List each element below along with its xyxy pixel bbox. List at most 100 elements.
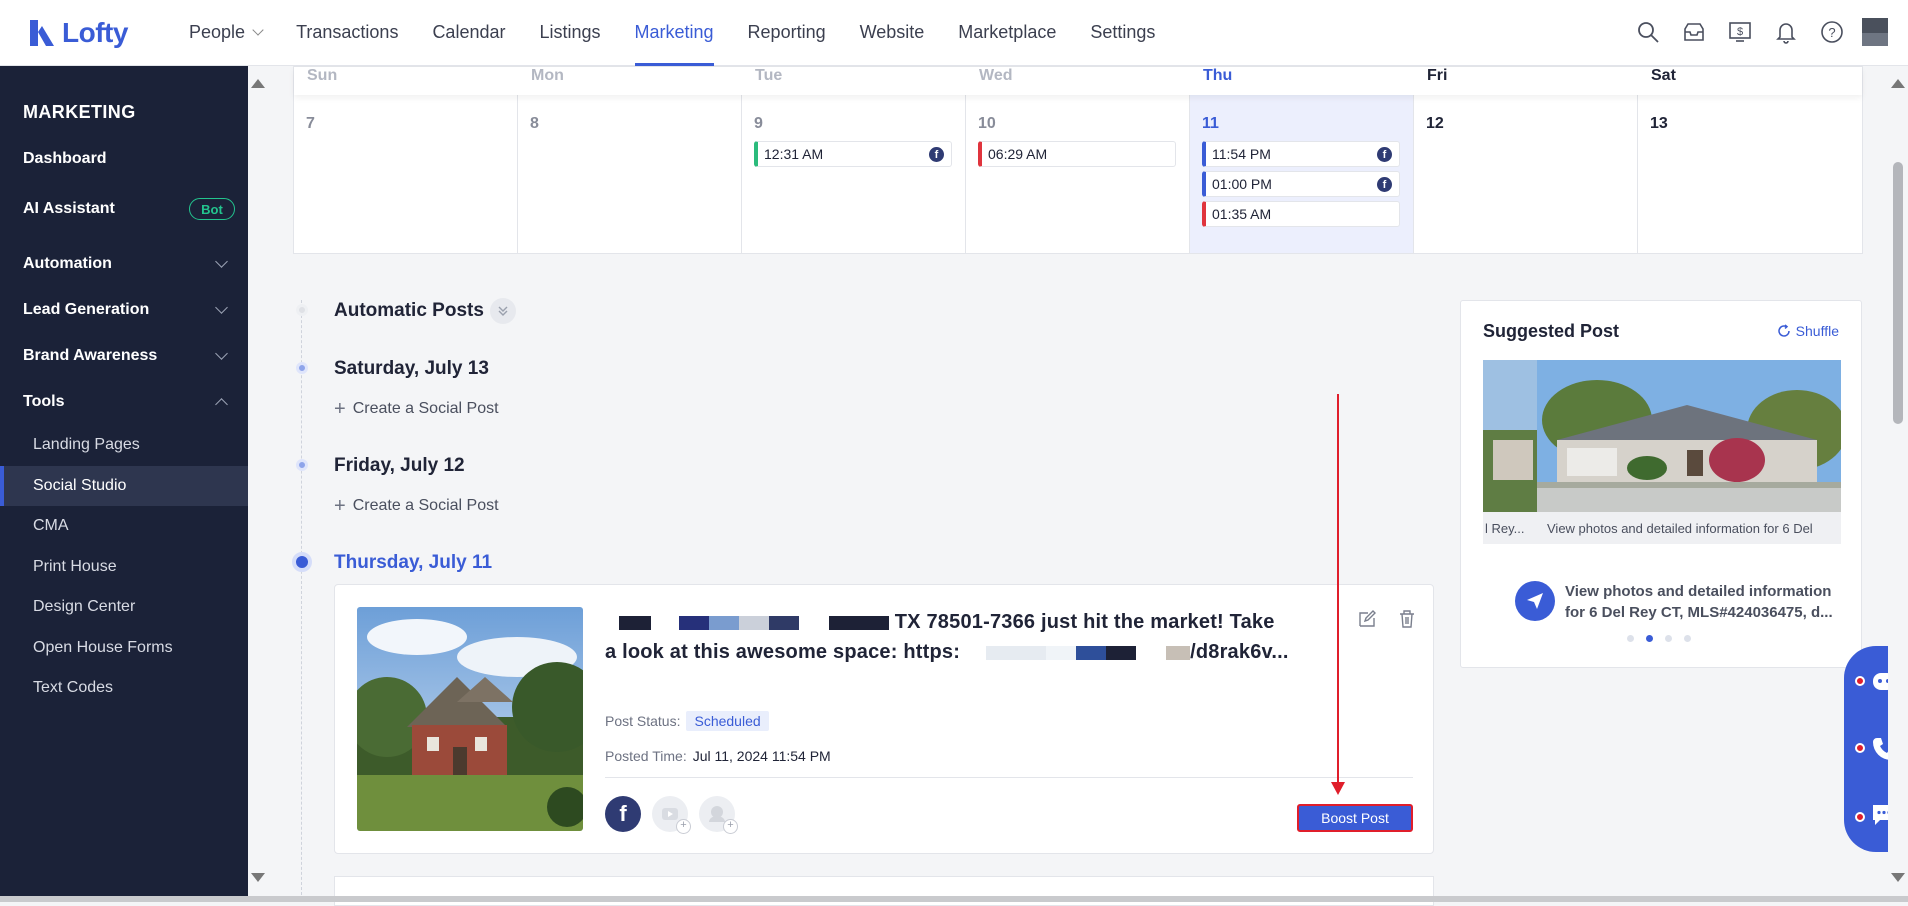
carousel-dots [1627,635,1691,642]
day-header-fri: Fri [1427,67,1448,84]
plus-icon: + [334,495,346,517]
facebook-icon: f [929,147,944,162]
nav-reporting[interactable]: Reporting [731,0,843,66]
sidebar-item-ai-assistant[interactable]: AI Assistant [23,200,115,218]
event-time: 01:00 PM [1212,176,1272,192]
chevron-down-icon[interactable] [215,301,228,314]
calendar-day-cell-today[interactable]: 11 11:54 PM f 01:00 PM f 01:35 AM [1190,95,1414,253]
suggested-image[interactable] [1537,360,1841,512]
left-scrollbar[interactable] [248,66,268,896]
calendar-day-cell[interactable]: 9 12:31 AM f [742,95,966,253]
event-time: 01:35 AM [1212,206,1272,222]
sidebar-item-design-center[interactable]: Design Center [0,587,248,627]
nav-people[interactable]: People [172,0,279,66]
carousel-dot[interactable] [1684,635,1691,642]
day-header-mon: Mon [531,67,564,84]
scheduled-post-card[interactable]: TX 78501-7366 just hit the market! Take … [334,584,1434,854]
nav-listings-label: Listings [539,22,601,42]
redacted-block [829,615,889,630]
chevron-up-icon[interactable] [215,398,228,411]
post-image [357,607,583,831]
inbox-icon[interactable] [1678,16,1710,48]
help-icon[interactable]: ? [1816,16,1848,48]
create-social-post-button[interactable]: + Create a Social Post [334,495,499,517]
edit-icon[interactable] [1357,609,1377,629]
facebook-icon: f [1377,147,1392,162]
trash-icon[interactable] [1397,609,1417,629]
calendar-event[interactable]: 01:00 PM f [1202,171,1400,197]
chevron-down-icon[interactable] [215,347,228,360]
billing-icon[interactable]: $ [1724,16,1756,48]
sidebar-item-cma[interactable]: CMA [0,506,248,546]
plus-icon: + [334,398,346,420]
sidebar-item-text-codes[interactable]: Text Codes [0,668,248,708]
bot-badge: Bot [189,198,235,220]
calendar-day-cell[interactable]: 10 06:29 AM [966,95,1190,253]
sidebar-item-dashboard[interactable]: Dashboard [23,150,107,168]
scroll-down-icon[interactable] [251,873,265,882]
nav-people-label: People [189,22,246,42]
nav-listings[interactable]: Listings [522,0,617,66]
calendar-event[interactable]: 06:29 AM [978,141,1176,167]
avatar[interactable] [1862,18,1888,46]
carousel-dot-active[interactable] [1646,635,1653,642]
collapse-button[interactable] [490,298,516,324]
scrollbar-thumb[interactable] [1893,162,1903,424]
sidebar-item-landing-pages[interactable]: Landing Pages [0,425,248,465]
create-social-post-button[interactable]: + Create a Social Post [334,398,499,420]
nav-calendar[interactable]: Calendar [415,0,522,66]
sidebar-item-tools[interactable]: Tools [23,393,64,411]
suggested-image-previous[interactable] [1483,360,1537,512]
nav-website-label: Website [859,22,925,42]
nav-transactions[interactable]: Transactions [279,0,415,66]
carousel-dot[interactable] [1627,635,1634,642]
calendar-day-cell[interactable]: 7 [294,95,518,253]
shuffle-button[interactable]: Shuffle [1777,323,1839,339]
top-navigation: Lofty People Transactions Calendar Listi… [0,0,1908,66]
create-label: Create a Social Post [352,497,499,514]
nav-transactions-label: Transactions [296,22,399,42]
calendar-event[interactable]: 01:35 AM [1202,201,1400,227]
redacted-block [1046,645,1077,660]
refresh-icon [1777,324,1790,337]
nav-marketplace[interactable]: Marketplace [941,0,1073,66]
bell-icon[interactable] [1770,16,1802,48]
date-heading-friday: Friday, July 12 [334,455,465,476]
date-number: 11 [1202,115,1219,132]
nav-reporting-label: Reporting [747,22,826,42]
post-status-label: Post Status: [605,713,681,729]
day-header-wed: Wed [979,67,1013,84]
scroll-up-icon[interactable] [251,79,265,88]
sidebar-item-brand-awareness[interactable]: Brand Awareness [23,347,157,365]
nav-marketing[interactable]: Marketing [618,0,731,66]
sidebar-item-automation[interactable]: Automation [23,255,112,273]
sidebar-item-social-studio[interactable]: Social Studio [0,466,248,506]
scroll-up-icon[interactable] [1891,79,1905,88]
boost-post-button[interactable]: Boost Post [1297,804,1413,832]
annotation-arrow-head [1331,782,1345,795]
nav-website[interactable]: Website [843,0,942,66]
timeline-dot [296,362,308,374]
google-business-icon[interactable] [699,796,738,834]
create-label: Create a Social Post [352,400,499,417]
calendar-day-cell[interactable]: 13 [1638,95,1862,253]
carousel-dot[interactable] [1665,635,1672,642]
sidebar-item-print-house[interactable]: Print House [0,547,248,587]
calendar-day-cell[interactable]: 12 [1414,95,1638,253]
date-heading-thursday: Thursday, July 11 [334,552,493,573]
search-icon[interactable] [1632,16,1664,48]
nav-settings[interactable]: Settings [1073,0,1172,66]
sidebar-item-open-house-forms[interactable]: Open House Forms [0,628,248,668]
lofty-logo[interactable]: Lofty [28,17,172,49]
youtube-icon[interactable] [652,796,691,834]
scroll-down-icon[interactable] [1891,873,1905,882]
calendar-event[interactable]: 11:54 PM f [1202,141,1400,167]
svg-text:$: $ [1737,26,1743,38]
date-number: 13 [1650,115,1668,132]
calendar-day-cell[interactable]: 8 [518,95,742,253]
calendar-event[interactable]: 12:31 AM f [754,141,952,167]
facebook-icon[interactable]: f [605,796,641,832]
chevron-down-icon[interactable] [215,255,228,268]
sidebar-item-lead-generation[interactable]: Lead Generation [23,301,149,319]
chevron-down-icon [252,24,264,36]
